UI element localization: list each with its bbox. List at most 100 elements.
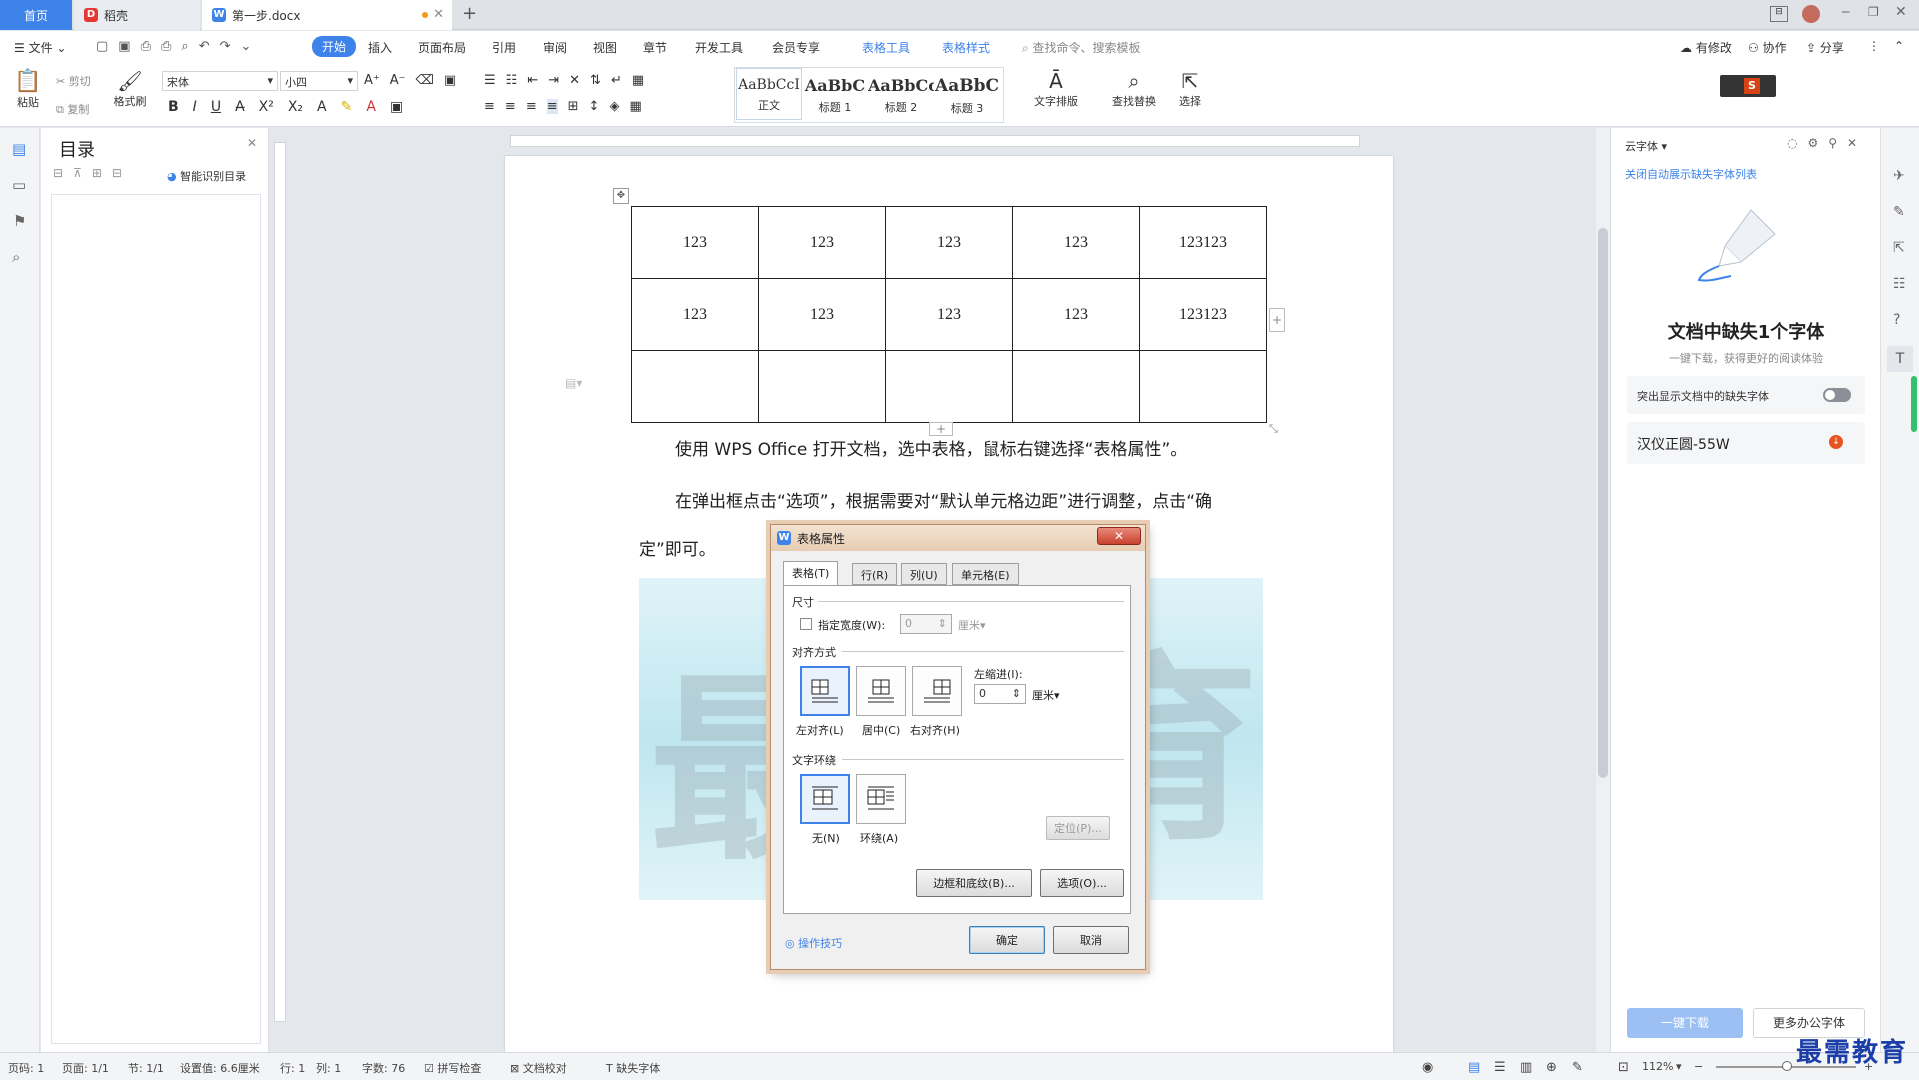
menu-insert[interactable]: 插入	[368, 39, 392, 56]
table-cell[interactable]	[631, 350, 759, 423]
dialog-close-button[interactable]: ✕	[1097, 527, 1141, 545]
toc-panel-icon[interactable]: ▤	[12, 140, 26, 158]
width-input[interactable]: 0 ⇕	[900, 614, 952, 634]
highlight-missing-toggle[interactable]	[1823, 388, 1851, 402]
menu-table-tools[interactable]: 表格工具	[862, 39, 910, 56]
collapse-ribbon-icon[interactable]: ⌃	[1894, 39, 1904, 53]
chinese-layout-icon[interactable]: ✕	[569, 73, 580, 88]
add-icon[interactable]: ⊞	[92, 166, 102, 180]
status-setting-value[interactable]: 设置值: 6.6厘米	[180, 1060, 260, 1076]
avatar[interactable]	[1802, 5, 1820, 23]
collapse-icon[interactable]: ⊼	[73, 166, 82, 180]
status-word-count[interactable]: 字数: 76	[362, 1060, 405, 1076]
file-menu[interactable]: ☰ 文件 ⌄	[14, 39, 66, 56]
indent-unit-select[interactable]: 厘米▾	[1032, 687, 1060, 703]
align-center-button[interactable]	[856, 666, 906, 716]
wrap-none-button[interactable]	[800, 774, 850, 824]
menu-review[interactable]: 审阅	[543, 39, 567, 56]
find-replace-button[interactable]: ⌕ 查找替换	[1104, 69, 1164, 109]
customize-icon[interactable]: ⌄	[241, 39, 252, 54]
options-button[interactable]: 选项(O)...	[1040, 869, 1124, 897]
table-move-handle-icon[interactable]: ✥	[613, 188, 629, 204]
tab-document[interactable]: W 第一步.docx ✕	[202, 0, 452, 30]
menu-view[interactable]: 视图	[593, 39, 617, 56]
table-cell[interactable]: 123123	[1139, 278, 1267, 351]
text-effect-icon[interactable]: A	[317, 99, 327, 115]
cut-button[interactable]: ✂ 剪切	[56, 73, 91, 89]
collaborate-button[interactable]: ⚇ 协作	[1748, 39, 1787, 56]
help-icon[interactable]: ?	[1893, 312, 1900, 328]
style-heading3[interactable]: AaBbC 标题 3	[934, 68, 1000, 120]
zoom-level[interactable]: 112%	[1642, 1060, 1673, 1073]
borders-shading-button[interactable]: 边框和底纹(B)...	[916, 869, 1032, 897]
width-unit-select[interactable]: 厘米▾	[958, 617, 986, 633]
table-cell[interactable]	[1012, 350, 1140, 423]
new-icon[interactable]: ▢	[96, 39, 108, 54]
minimize-icon[interactable]: ─	[1842, 5, 1849, 19]
ok-button[interactable]: 确定	[969, 926, 1045, 954]
find-icon[interactable]: ⌕	[12, 248, 20, 266]
new-tab-button[interactable]: +	[462, 3, 477, 24]
settings-icon[interactable]: ⚙	[1807, 136, 1818, 150]
strikethrough-icon[interactable]: A̶	[235, 99, 245, 115]
char-border-icon[interactable]: ▣	[390, 99, 403, 115]
edit-icon[interactable]: ✎	[1893, 204, 1905, 220]
eye-icon[interactable]: ◉	[1422, 1060, 1433, 1075]
increase-indent-icon[interactable]: ⇥	[548, 73, 559, 88]
wrap-around-button[interactable]	[856, 774, 906, 824]
highlight-icon[interactable]: ✎	[341, 99, 353, 115]
close-auto-link[interactable]: 关闭自动展示缺失字体列表	[1625, 166, 1757, 182]
tab-table[interactable]: 表格(T)	[783, 561, 839, 586]
bold-icon[interactable]: B	[168, 99, 179, 115]
tab-row[interactable]: 行(R)	[852, 563, 898, 585]
scrollbar-thumb[interactable]	[1598, 228, 1608, 778]
align-left-button[interactable]	[800, 666, 850, 716]
justify-icon[interactable]: ≡	[546, 99, 558, 114]
status-section[interactable]: 节: 1/1	[128, 1060, 164, 1076]
close-window-icon[interactable]: ✕	[1895, 4, 1907, 20]
zoom-dropdown-icon[interactable]: ▾	[1676, 1060, 1682, 1073]
table-cell[interactable]	[758, 350, 886, 423]
spell-check-button[interactable]: ☑ 拼写检查	[424, 1060, 481, 1076]
expand-icon[interactable]: ⊟	[53, 166, 63, 180]
copy-button[interactable]: ⧉ 复制	[56, 101, 89, 117]
font-size-select[interactable]: 小四 ▾	[280, 71, 358, 91]
one-click-download-button[interactable]: 一键下载	[1627, 1008, 1743, 1038]
table-cell[interactable]: 123123	[1139, 206, 1267, 279]
table-cell[interactable]: 123	[885, 278, 1013, 351]
print-preview-icon[interactable]: ⎙	[141, 39, 151, 54]
restore-icon[interactable]: ❐	[1868, 5, 1879, 19]
sliders-icon[interactable]: ☷	[1893, 276, 1906, 292]
tab-docer[interactable]: D 稻壳	[74, 0, 200, 30]
layout-icon[interactable]: ⊟	[1770, 6, 1788, 22]
undo-icon[interactable]: ↶	[199, 39, 210, 54]
align-right-icon[interactable]: ≡	[526, 99, 537, 114]
status-pages[interactable]: 页面: 1/1	[62, 1060, 109, 1076]
paste-button[interactable]: 📋 粘贴	[12, 69, 44, 110]
status-row[interactable]: 行: 1	[280, 1060, 305, 1076]
smart-toc-button[interactable]: ◕ 智能识别目录	[167, 168, 246, 184]
doc-proof-button[interactable]: ⊠ 文档校对	[510, 1060, 567, 1076]
table-cell[interactable]: 123	[1012, 278, 1140, 351]
status-column[interactable]: 列: 1	[316, 1060, 341, 1076]
distribute-icon[interactable]: ⊞	[568, 99, 579, 114]
missing-font-button[interactable]: T 缺失字体	[606, 1060, 660, 1076]
tab-home[interactable]: 首页	[0, 0, 72, 30]
style-heading2[interactable]: AaBbCc 标题 2	[868, 68, 934, 120]
add-column-icon[interactable]: +	[1269, 308, 1285, 332]
borders-icon[interactable]: ▦	[629, 99, 641, 114]
subscript-icon[interactable]: X₂	[288, 99, 303, 115]
align-left-icon[interactable]: ≡	[484, 99, 495, 114]
font-pane-icon[interactable]: T	[1887, 346, 1913, 372]
line-spacing-icon[interactable]: ↕	[589, 99, 600, 114]
menu-member[interactable]: 会员专享	[772, 39, 820, 56]
grow-font-icon[interactable]: A⁺	[364, 73, 380, 88]
remove-icon[interactable]: ⊟	[112, 166, 122, 180]
style-normal[interactable]: AaBbCcI 正文	[736, 68, 802, 120]
revisions-button[interactable]: ☁ 有修改	[1680, 39, 1732, 56]
zoom-out-icon[interactable]: −	[1694, 1060, 1703, 1073]
download-font-icon[interactable]: ↓	[1829, 435, 1843, 449]
font-select[interactable]: 宋体 ▾	[162, 71, 278, 91]
table-cell[interactable]: 123	[631, 206, 759, 279]
sort-icon[interactable]: ⇅	[590, 73, 601, 88]
